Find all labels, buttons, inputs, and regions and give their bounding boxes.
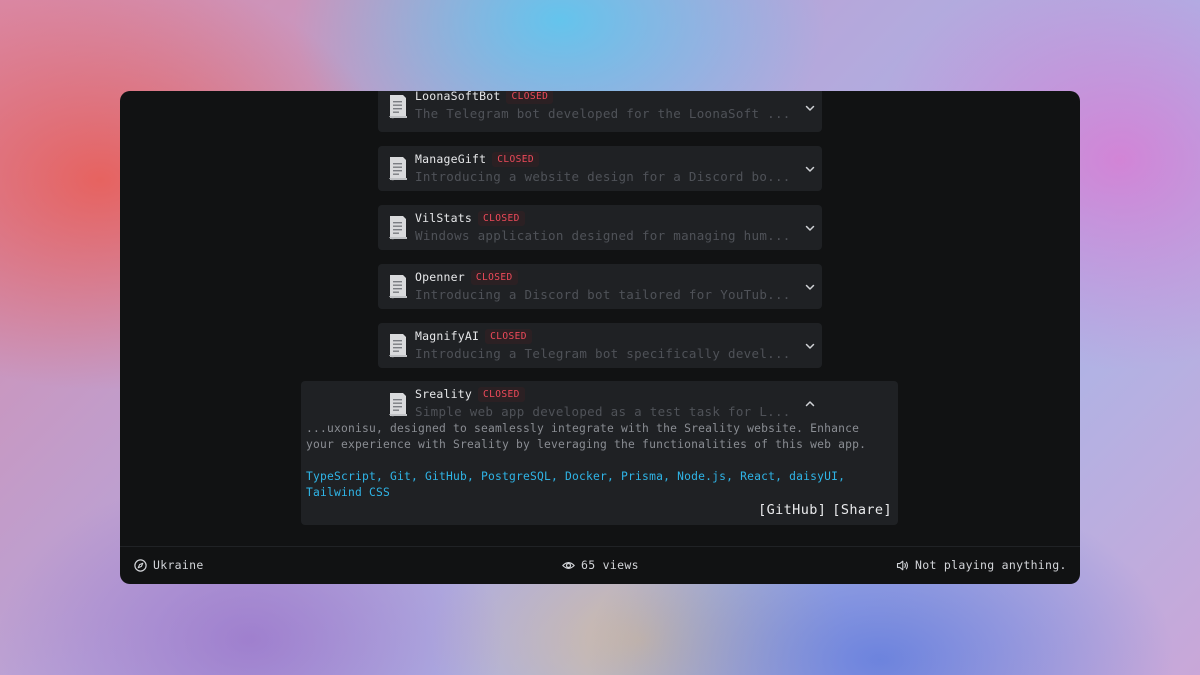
- project-description: Introducing a Telegram bot specifically …: [415, 346, 791, 361]
- now-playing-text: Not playing anything.: [915, 558, 1067, 572]
- chevron-up-icon[interactable]: [804, 398, 816, 410]
- location-text: Ukraine: [153, 558, 204, 572]
- project-description: Windows application designed for managin…: [415, 228, 791, 243]
- project-title: MagnifyAI: [415, 329, 480, 343]
- views-text: 65 views: [581, 558, 639, 572]
- project-list: LoonaSoftBot CLOSED The Telegram bot dev…: [120, 91, 1080, 546]
- share-link[interactable]: [Share]: [832, 502, 892, 518]
- status-badge: CLOSED: [478, 210, 525, 226]
- chevron-down-icon[interactable]: [804, 222, 816, 234]
- project-title: Sreality: [415, 387, 472, 401]
- project-title: LoonaSoftBot: [415, 91, 501, 103]
- status-badge: CLOSED: [485, 328, 532, 344]
- document-icon: [389, 393, 407, 417]
- now-playing: Not playing anything.: [896, 558, 1067, 572]
- portfolio-window: LoonaSoftBot CLOSED The Telegram bot dev…: [120, 91, 1080, 584]
- chevron-down-icon[interactable]: [804, 281, 816, 293]
- views-counter: 65 views: [562, 558, 639, 572]
- status-badge: CLOSED: [470, 269, 518, 285]
- eye-icon: [562, 561, 575, 569]
- project-card-sreality[interactable]: Sreality CLOSED Simple web app developed…: [301, 381, 898, 525]
- location-indicator: Ukraine: [134, 558, 204, 572]
- project-links: [GitHub] [Share]: [758, 502, 892, 518]
- status-badge: CLOSED: [478, 386, 525, 402]
- project-card-openner[interactable]: Openner CLOSED Introducing a Discord bot…: [378, 264, 822, 309]
- project-technologies: TypeScript, Git, GitHub, PostgreSQL, Doc…: [306, 470, 846, 499]
- compass-icon: [134, 558, 147, 572]
- project-card-vilstats[interactable]: VilStats CLOSED Windows application desi…: [378, 205, 822, 250]
- status-badge: CLOSED: [506, 91, 554, 104]
- chevron-down-icon[interactable]: [804, 163, 816, 175]
- document-icon: [389, 334, 407, 358]
- speaker-icon: [896, 560, 908, 570]
- project-title: VilStats: [415, 211, 472, 225]
- status-footer: Ukraine 65 views Not playing anything.: [120, 546, 1080, 584]
- document-icon: [389, 216, 407, 240]
- project-description: Introducing a Discord bot tailored for Y…: [415, 287, 791, 302]
- project-title: ManageGift: [415, 152, 487, 166]
- project-description: The Telegram bot developed for the Loona…: [415, 106, 791, 121]
- github-link[interactable]: [GitHub]: [758, 502, 826, 518]
- project-card-loonasoftbot[interactable]: LoonaSoftBot CLOSED The Telegram bot dev…: [378, 91, 822, 132]
- project-card-managegift[interactable]: ManageGift CLOSED Introducing a website …: [378, 146, 822, 191]
- project-description: Introducing a website design for a Disco…: [415, 169, 791, 184]
- project-card-magnifyai[interactable]: MagnifyAI CLOSED Introducing a Telegram …: [378, 323, 822, 368]
- project-details: ...uxonisu, designed to seamlessly integ…: [306, 422, 867, 451]
- document-icon: [389, 95, 407, 119]
- project-title: Openner: [415, 270, 465, 284]
- chevron-down-icon[interactable]: [804, 102, 816, 114]
- chevron-down-icon[interactable]: [804, 340, 816, 352]
- status-badge: CLOSED: [492, 151, 539, 167]
- document-icon: [389, 157, 407, 181]
- document-icon: [389, 275, 407, 299]
- project-description: Simple web app developed as a test task …: [415, 404, 791, 419]
